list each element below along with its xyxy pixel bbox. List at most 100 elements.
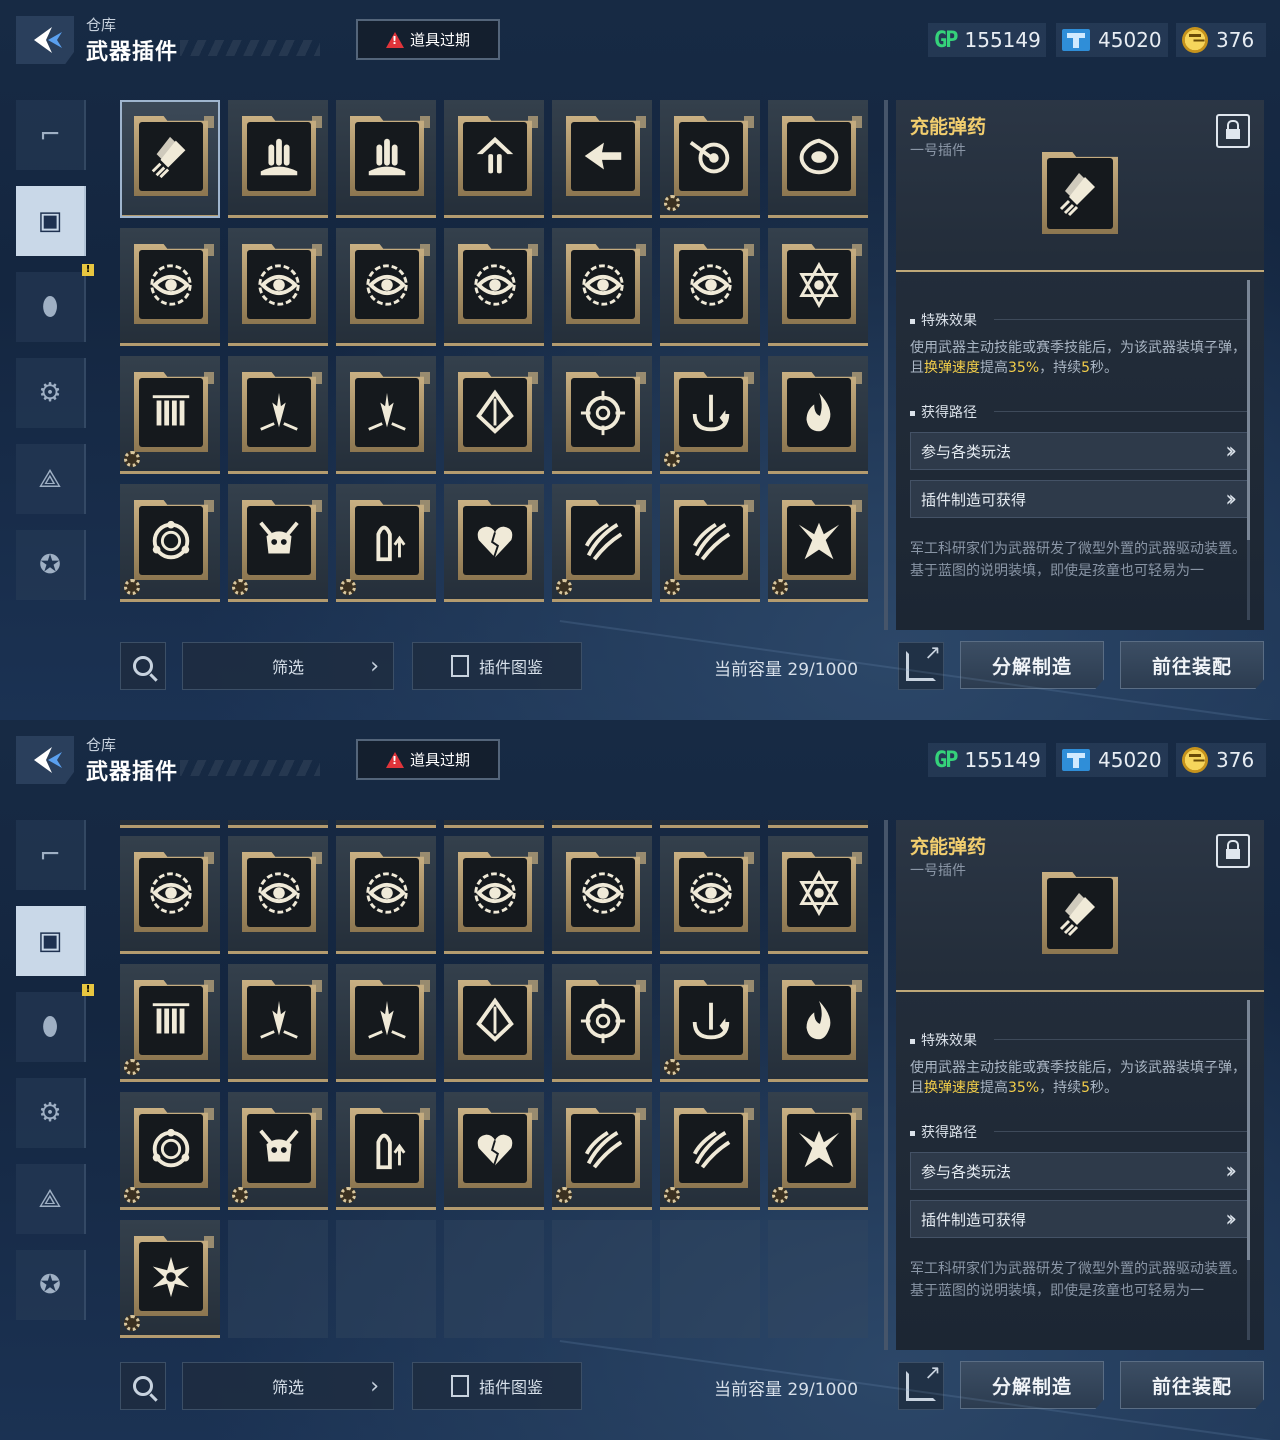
plugin-slot[interactable] — [336, 836, 436, 954]
sidebar-tab-compass[interactable]: ⟁ — [16, 1164, 86, 1234]
plugin-slot[interactable] — [768, 484, 868, 602]
plugin-slot-partial[interactable] — [336, 820, 436, 828]
plugin-slot[interactable] — [336, 1092, 436, 1210]
gp-currency[interactable]: GP 155149 — [934, 743, 1041, 777]
plugin-slot-partial[interactable] — [552, 820, 652, 828]
plugin-slot[interactable] — [120, 964, 220, 1082]
plugin-slot[interactable] — [444, 484, 544, 602]
plugin-slot[interactable] — [120, 1092, 220, 1210]
plugin-slot[interactable] — [444, 1092, 544, 1210]
back-button[interactable] — [16, 16, 74, 64]
detail-scrollbar[interactable] — [1247, 280, 1250, 620]
plugin-slot-partial[interactable] — [228, 820, 328, 828]
plugin-slot[interactable] — [444, 836, 544, 954]
route-gameplay-button[interactable]: 参与各类玩法 ›› — [910, 432, 1248, 470]
plugin-slot[interactable] — [444, 356, 544, 474]
sidebar-tab-weapon-mod[interactable]: ⚙ — [16, 358, 86, 428]
plugin-slot[interactable] — [660, 964, 760, 1082]
plugin-slot[interactable] — [336, 964, 436, 1082]
plugin-slot[interactable] — [228, 100, 328, 218]
sidebar-tab-compass[interactable]: ⟁ — [16, 444, 86, 514]
plugin-slot[interactable] — [768, 228, 868, 346]
decompose-button[interactable]: 分解制造 — [960, 1361, 1104, 1409]
sidebar-tab-weapon-mod[interactable]: ⚙ — [16, 1078, 86, 1148]
plugin-slot[interactable] — [768, 836, 868, 954]
plugin-slot[interactable] — [768, 1092, 868, 1210]
plugin-slot[interactable] — [552, 836, 652, 954]
plugin-slot[interactable] — [768, 356, 868, 474]
codex-button[interactable]: 插件图鉴 — [412, 1362, 582, 1410]
plugin-slot[interactable] — [552, 356, 652, 474]
plugin-slot[interactable] — [444, 964, 544, 1082]
plugin-slot[interactable] — [228, 228, 328, 346]
detail-scrollbar[interactable] — [1247, 1000, 1250, 1340]
plugin-slot[interactable] — [552, 1092, 652, 1210]
decompose-button[interactable]: 分解制造 — [960, 641, 1104, 689]
grid-scrollbar[interactable] — [884, 100, 888, 630]
route-crafting-button[interactable]: 插件制造可获得 ›› — [910, 1200, 1248, 1238]
filter-button[interactable]: 筛选 › — [182, 1362, 394, 1410]
sidebar-tab-gun[interactable]: ⌐ — [16, 100, 86, 170]
expired-items-button[interactable]: 道具过期 — [356, 19, 500, 60]
sidebar-tab-grenade[interactable]: ⬮! — [16, 264, 94, 342]
plugin-slot[interactable] — [552, 484, 652, 602]
share-button[interactable] — [898, 1360, 944, 1410]
plugin-slot[interactable] — [660, 484, 760, 602]
plugin-slot[interactable] — [444, 100, 544, 218]
codex-button[interactable]: 插件图鉴 — [412, 642, 582, 690]
plugin-slot[interactable] — [228, 964, 328, 1082]
plugin-slot[interactable] — [120, 484, 220, 602]
plugin-slot[interactable] — [228, 356, 328, 474]
plugin-slot[interactable] — [660, 228, 760, 346]
sidebar-tab-plugin[interactable]: ▣ — [16, 186, 86, 256]
ticket-currency[interactable]: 45020 — [1062, 23, 1162, 57]
filter-button[interactable]: 筛选 › — [182, 642, 394, 690]
plugin-slot[interactable] — [768, 964, 868, 1082]
equip-button[interactable]: 前往装配 — [1120, 1361, 1264, 1409]
plugin-slot[interactable] — [660, 1092, 760, 1210]
plugin-slot[interactable] — [660, 356, 760, 474]
back-button[interactable] — [16, 736, 74, 784]
coin-currency[interactable]: 376 — [1182, 743, 1254, 777]
search-button[interactable] — [120, 1362, 166, 1410]
plugin-slot-partial[interactable] — [660, 820, 760, 828]
plugin-slot[interactable] — [660, 836, 760, 954]
ticket-currency[interactable]: 45020 — [1062, 743, 1162, 777]
plugin-slot[interactable] — [228, 1092, 328, 1210]
plugin-slot[interactable] — [120, 100, 220, 218]
gp-currency[interactable]: GP 155149 — [934, 23, 1041, 57]
lock-toggle-icon[interactable] — [1216, 834, 1250, 868]
grid-scrollbar[interactable] — [884, 820, 888, 1350]
sidebar-tab-gun[interactable]: ⌐ — [16, 820, 86, 890]
sidebar-tab-grenade[interactable]: ⬮! — [16, 984, 94, 1062]
plugin-slot[interactable] — [120, 836, 220, 954]
sidebar-tab-plugin[interactable]: ▣ — [16, 906, 86, 976]
plugin-slot[interactable] — [336, 484, 436, 602]
equip-button[interactable]: 前往装配 — [1120, 641, 1264, 689]
plugin-slot[interactable] — [336, 100, 436, 218]
plugin-slot[interactable] — [552, 100, 652, 218]
plugin-slot-partial[interactable] — [120, 820, 220, 828]
plugin-slot[interactable] — [228, 836, 328, 954]
plugin-slot[interactable] — [228, 484, 328, 602]
plugin-slot[interactable] — [120, 228, 220, 346]
search-button[interactable] — [120, 642, 166, 690]
expired-items-button[interactable]: 道具过期 — [356, 739, 500, 780]
plugin-slot-partial[interactable] — [444, 820, 544, 828]
sidebar-tab-star-badge[interactable]: ✪ — [16, 530, 86, 600]
lock-toggle-icon[interactable] — [1216, 114, 1250, 148]
coin-currency[interactable]: 376 — [1182, 23, 1254, 57]
plugin-slot[interactable] — [120, 356, 220, 474]
plugin-slot[interactable] — [552, 228, 652, 346]
route-crafting-button[interactable]: 插件制造可获得 ›› — [910, 480, 1248, 518]
plugin-slot[interactable] — [768, 100, 868, 218]
plugin-slot-partial[interactable] — [768, 820, 868, 828]
share-button[interactable] — [898, 640, 944, 690]
plugin-slot[interactable] — [444, 228, 544, 346]
sidebar-tab-star-badge[interactable]: ✪ — [16, 1250, 86, 1320]
plugin-slot[interactable] — [552, 964, 652, 1082]
plugin-slot[interactable] — [336, 228, 436, 346]
plugin-slot[interactable] — [120, 1220, 220, 1338]
plugin-slot[interactable] — [336, 356, 436, 474]
plugin-slot[interactable] — [660, 100, 760, 218]
